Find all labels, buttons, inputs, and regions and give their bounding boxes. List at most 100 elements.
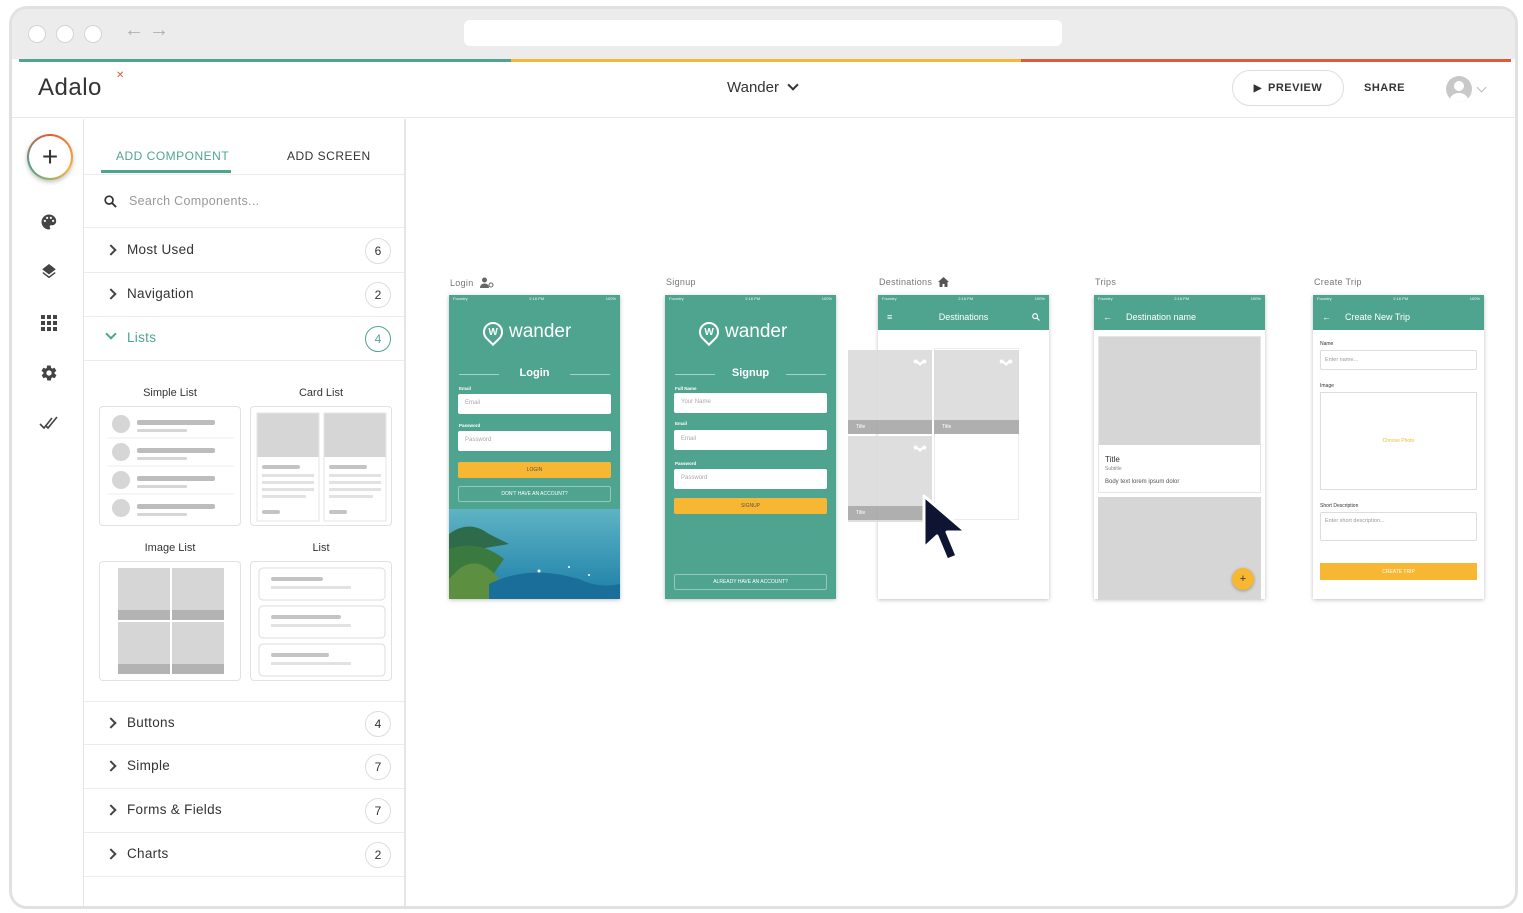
search-icon[interactable] (1032, 312, 1040, 321)
chevron-down-icon (105, 328, 117, 340)
image-list-preview (118, 568, 224, 674)
add-trip-fab[interactable]: + (1232, 568, 1254, 590)
name-input[interactable]: Enter name... (1320, 350, 1477, 370)
window-maximize-dot[interactable] (84, 25, 102, 43)
category-label: Most Used (127, 242, 195, 257)
tab-add-screen[interactable]: ADD SCREEN (287, 149, 371, 163)
screen-label-login[interactable]: Login (450, 277, 494, 288)
category-label: Forms & Fields (127, 802, 222, 817)
component-title-list: List (312, 542, 330, 554)
fullname-label: Full Name (675, 386, 697, 391)
layers-icon[interactable] (38, 262, 60, 284)
grid-icon[interactable] (38, 312, 60, 334)
screen-signup[interactable]: Foundry 2:16 PM 100% W wander Signup Full … (665, 295, 836, 599)
destinations-app-bar: ≡ Destinations (878, 303, 1049, 330)
status-time: 2:16 PM (529, 296, 545, 301)
screen-login[interactable]: Foundry 2:16 PM 100% W wander Login Email … (449, 295, 620, 599)
preview-button[interactable]: ▶ PREVIEW (1232, 70, 1344, 106)
double-check-icon[interactable] (38, 412, 60, 434)
project-switcher[interactable]: Wander (727, 79, 799, 96)
component-image-list[interactable] (99, 561, 241, 681)
user-lock-icon (479, 277, 494, 288)
preview-label: PREVIEW (1267, 82, 1323, 94)
trip-card-image (1099, 337, 1260, 445)
trip-card[interactable]: Title Subtitle Body text lorem ipsum dol… (1098, 336, 1261, 493)
screen-label-signup[interactable]: Signup (666, 277, 696, 287)
window-close-dot[interactable] (28, 25, 46, 43)
avatar[interactable] (1446, 76, 1472, 102)
logo-spark-icon: ✕ (116, 70, 125, 81)
status-carrier: Foundry (1317, 296, 1332, 301)
email-input[interactable]: Email (458, 394, 611, 414)
chevron-right-icon (105, 288, 117, 300)
category-label: Buttons (127, 715, 175, 730)
status-bar: Foundry 2:16 PM 100% (1094, 295, 1265, 303)
login-link[interactable]: ALREADY HAVE AN ACCOUNT? (674, 574, 827, 590)
signup-button[interactable]: SIGNUP (674, 498, 827, 514)
screen-name: Login (450, 277, 474, 288)
description-input[interactable]: Enter short description... (1320, 512, 1477, 541)
tool-rail: + (12, 119, 84, 906)
chevron-right-icon (105, 244, 117, 256)
category-charts[interactable]: Charts 2 (84, 833, 404, 877)
category-most-used[interactable]: Most Used 6 (84, 229, 404, 273)
category-simple[interactable]: Simple 7 (84, 745, 404, 789)
screen-label-trips[interactable]: Trips (1095, 277, 1116, 287)
chevron-down-icon[interactable] (1476, 82, 1487, 93)
trip-card-title: Title (1105, 455, 1120, 464)
adalo-logo[interactable]: Adalo (38, 74, 102, 102)
status-carrier: Foundry (669, 296, 684, 301)
search-input[interactable]: Search Components... (129, 194, 259, 208)
wander-logo: W wander (694, 317, 788, 347)
email-input[interactable]: Email (674, 430, 827, 450)
screen-trips[interactable]: Foundry 2:16 PM 100% ← Destination name Ti… (1094, 295, 1265, 599)
forward-arrow-icon[interactable]: → (149, 19, 169, 42)
category-lists[interactable]: Lists 4 (84, 317, 404, 361)
menu-icon[interactable]: ≡ (887, 312, 892, 322)
screen-label-create-trip[interactable]: Create Trip (1314, 277, 1362, 287)
wander-wordmark: wander (725, 321, 788, 342)
component-list[interactable] (250, 561, 392, 681)
password-label: Password (459, 423, 481, 428)
window-minimize-dot[interactable] (56, 25, 74, 43)
palette-icon[interactable] (38, 211, 60, 233)
chevron-right-icon (105, 804, 117, 816)
card-list-preview (256, 412, 387, 522)
chevron-right-icon (105, 717, 117, 729)
trips-title: Destination name (1126, 311, 1197, 322)
category-buttons[interactable]: Buttons 4 (84, 701, 404, 745)
component-simple-list[interactable] (99, 406, 241, 526)
design-canvas[interactable]: Login Foundry 2:16 PM 100% W wander Login … (408, 119, 1515, 906)
gear-icon[interactable] (38, 362, 60, 384)
back-arrow-icon[interactable]: ← (124, 19, 144, 42)
status-time: 2:16 PM (745, 296, 761, 301)
screen-label-destinations[interactable]: Destinations (879, 277, 950, 287)
share-button[interactable]: SHARE (1364, 82, 1405, 94)
login-button[interactable]: LOGIN (458, 462, 611, 478)
password-input[interactable]: Password (674, 469, 827, 489)
fullname-input[interactable]: Your Name (674, 393, 827, 413)
tab-add-component[interactable]: ADD COMPONENT (116, 149, 229, 163)
password-input[interactable]: Password (458, 431, 611, 451)
email-label: Email (675, 421, 688, 426)
category-count: 7 (365, 798, 391, 824)
image-label: Image (1320, 383, 1334, 389)
category-navigation[interactable]: Navigation 2 (84, 273, 404, 317)
wander-wordmark: wander (509, 321, 572, 342)
back-arrow-icon[interactable]: ← (1103, 312, 1112, 322)
component-card-list[interactable] (250, 406, 392, 526)
address-bar[interactable] (464, 20, 1062, 46)
status-bar: Foundry 2:16 PM 100% (665, 295, 836, 303)
app-header: Adalo ✕ Wander ▶ PREVIEW SHARE (12, 62, 1515, 118)
create-trip-button[interactable]: CREATE TRIP (1320, 563, 1477, 580)
add-icon[interactable]: + (27, 134, 73, 180)
category-forms-fields[interactable]: Forms & Fields 7 (84, 789, 404, 833)
back-arrow-icon[interactable]: ← (1322, 312, 1331, 322)
chevron-right-icon (105, 760, 117, 772)
choose-photo-button[interactable]: Choose Photo (1320, 392, 1477, 490)
tile-label: Title (942, 424, 952, 430)
signup-link[interactable]: DON'T HAVE AN ACCOUNT? (458, 486, 611, 502)
screen-create-trip[interactable]: Foundry 2:16 PM 100% ← Create New Trip Nam… (1313, 295, 1484, 599)
signup-heading: Signup (665, 367, 836, 379)
component-search[interactable]: Search Components... (84, 176, 404, 228)
